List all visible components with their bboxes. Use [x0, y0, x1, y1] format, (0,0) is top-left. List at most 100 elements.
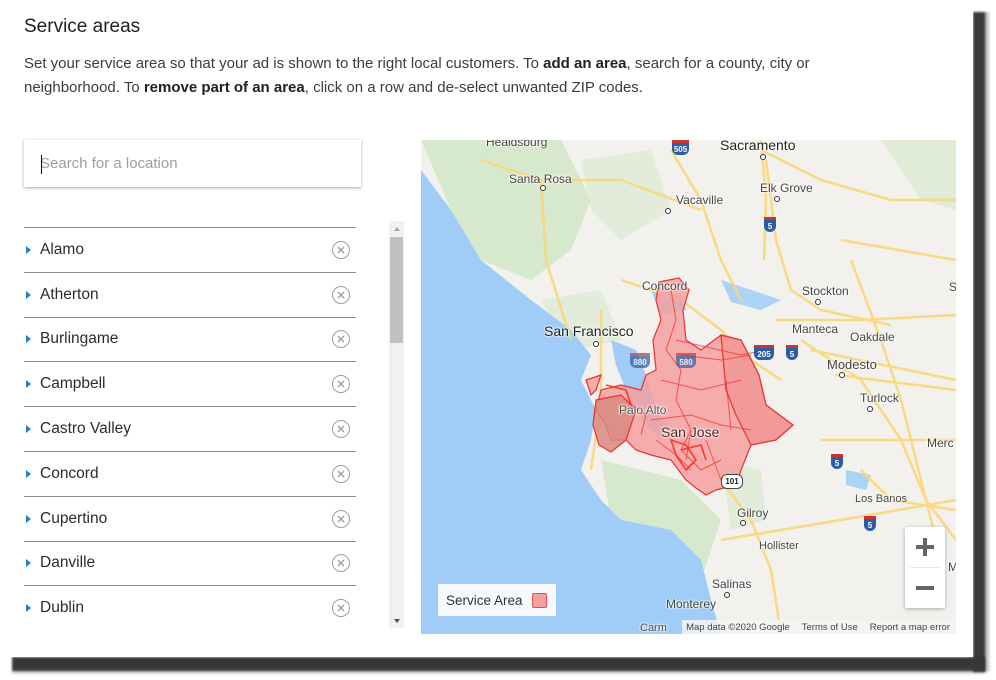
map-label-elk-grove: Elk Grove	[760, 181, 813, 195]
scroll-up-button[interactable]	[389, 221, 404, 236]
city-marker	[593, 341, 599, 347]
map-label-palo-alto: Palo Alto	[619, 403, 667, 417]
expand-arrow-icon[interactable]	[26, 335, 31, 344]
interstate-5-shield: 5	[864, 516, 876, 531]
window-shadow-bottom	[12, 657, 985, 675]
expand-arrow-icon[interactable]	[26, 559, 31, 568]
area-row[interactable]: Dublin	[24, 586, 356, 628]
remove-area-button[interactable]	[332, 599, 350, 618]
remove-area-button[interactable]	[332, 420, 350, 439]
page-description: Set your service area so that your ad is…	[24, 52, 904, 100]
area-row[interactable]: Campbell	[24, 362, 356, 408]
window-shadow-right	[973, 12, 991, 672]
map-zoom-control	[905, 527, 945, 608]
list-scrollbar[interactable]	[389, 221, 404, 628]
city-marker	[665, 208, 671, 214]
map-legend: Service Area	[438, 584, 556, 616]
zoom-in-button[interactable]	[905, 527, 945, 567]
map-label-merced: Merc	[927, 436, 954, 450]
area-name: Castro Valley	[40, 420, 132, 438]
expand-arrow-icon[interactable]	[26, 425, 31, 434]
desc-text: , click on a row and de-select unwanted …	[304, 79, 643, 96]
expand-arrow-icon[interactable]	[26, 469, 31, 478]
map-label-oakdale: Oakdale	[850, 330, 895, 344]
map-label-stockton: Stockton	[802, 284, 849, 298]
map-label-hollister: Hollister	[759, 540, 799, 552]
close-icon	[337, 559, 345, 567]
close-icon	[337, 470, 345, 478]
close-icon	[337, 246, 345, 254]
map-label-concord: Concord	[642, 279, 688, 293]
expand-arrow-icon[interactable]	[26, 245, 31, 254]
area-row[interactable]: Danville	[24, 542, 356, 587]
close-icon	[337, 604, 345, 612]
map-label-edge-m: M	[948, 560, 956, 574]
scroll-down-button[interactable]	[389, 613, 404, 628]
expand-arrow-icon[interactable]	[26, 290, 31, 299]
interstate-5-shield: 5	[786, 345, 798, 360]
desc-bold-remove: remove part of an area	[143, 79, 305, 96]
map-label-carmel: Carm	[640, 622, 667, 634]
text-caret	[41, 155, 42, 174]
remove-area-button[interactable]	[332, 375, 350, 394]
area-row[interactable]: Castro Valley	[24, 407, 356, 452]
plus-icon	[916, 538, 934, 556]
interstate-580-shield: 580	[676, 353, 696, 368]
area-row[interactable]: Cupertino	[24, 497, 356, 542]
map-label-monterey: Monterey	[666, 597, 717, 611]
map-data-credit: Map data ©2020 Google	[686, 621, 790, 633]
area-name: Dublin	[40, 599, 84, 617]
area-name: Concord	[40, 464, 99, 482]
area-row[interactable]: Atherton	[24, 273, 356, 318]
map-label-vacaville: Vacaville	[676, 193, 724, 207]
location-search-input[interactable]	[40, 155, 361, 172]
arrow-down-icon	[393, 618, 400, 623]
area-name: Campbell	[40, 375, 106, 393]
page-title: Service areas	[24, 16, 141, 37]
city-marker	[724, 592, 730, 598]
scroll-thumb[interactable]	[390, 237, 403, 343]
area-row[interactable]: Alamo	[24, 228, 356, 273]
city-marker	[839, 372, 845, 378]
expand-arrow-icon[interactable]	[26, 380, 31, 389]
report-map-error-link[interactable]: Report a map error	[870, 622, 950, 633]
map-label-santa-rosa: Santa Rosa	[509, 172, 572, 186]
city-marker	[774, 196, 780, 202]
minus-icon	[916, 586, 934, 590]
interstate-205-shield: 205	[754, 345, 774, 360]
map-label-los-banos: Los Banos	[855, 493, 907, 505]
city-marker	[815, 299, 821, 305]
expand-arrow-icon[interactable]	[26, 604, 31, 613]
area-name: Alamo	[40, 240, 84, 258]
area-name: Atherton	[40, 285, 99, 303]
zoom-out-button[interactable]	[905, 568, 945, 608]
interstate-5-shield: 5	[764, 217, 776, 232]
remove-area-button[interactable]	[332, 240, 350, 259]
location-search-box	[24, 140, 361, 187]
service-areas-page: Service areas Set your service area so t…	[0, 0, 973, 657]
map-label-salinas: Salinas	[712, 577, 752, 591]
map-base	[421, 140, 956, 634]
arrow-up-icon	[393, 226, 400, 231]
map-attribution: Map data ©2020 Google Terms of Use Repor…	[682, 620, 956, 634]
remove-area-button[interactable]	[332, 509, 350, 528]
expand-arrow-icon[interactable]	[26, 514, 31, 523]
area-row[interactable]: Burlingame	[24, 318, 356, 363]
area-row[interactable]: Concord	[24, 452, 356, 497]
interstate-880-shield: 880	[630, 353, 650, 368]
remove-area-button[interactable]	[332, 464, 350, 483]
map-label-healdsburg: Healdsburg	[486, 140, 548, 149]
city-marker	[760, 154, 766, 160]
map-label-edge-s: S	[949, 280, 956, 294]
area-name: Cupertino	[40, 509, 108, 527]
map-label-san-francisco: San Francisco	[544, 323, 634, 339]
map-label-gilroy: Gilroy	[737, 506, 769, 520]
terms-of-use-link[interactable]: Terms of Use	[802, 622, 858, 633]
interstate-5-shield: 5	[831, 454, 843, 469]
service-area-map[interactable]: Healdsburg Santa Rosa Sacramento Elk Gro…	[421, 140, 956, 634]
remove-area-button[interactable]	[332, 330, 350, 349]
remove-area-button[interactable]	[332, 554, 350, 573]
map-label-turlock: Turlock	[860, 391, 899, 405]
remove-area-button[interactable]	[332, 285, 350, 304]
close-icon	[337, 335, 345, 343]
